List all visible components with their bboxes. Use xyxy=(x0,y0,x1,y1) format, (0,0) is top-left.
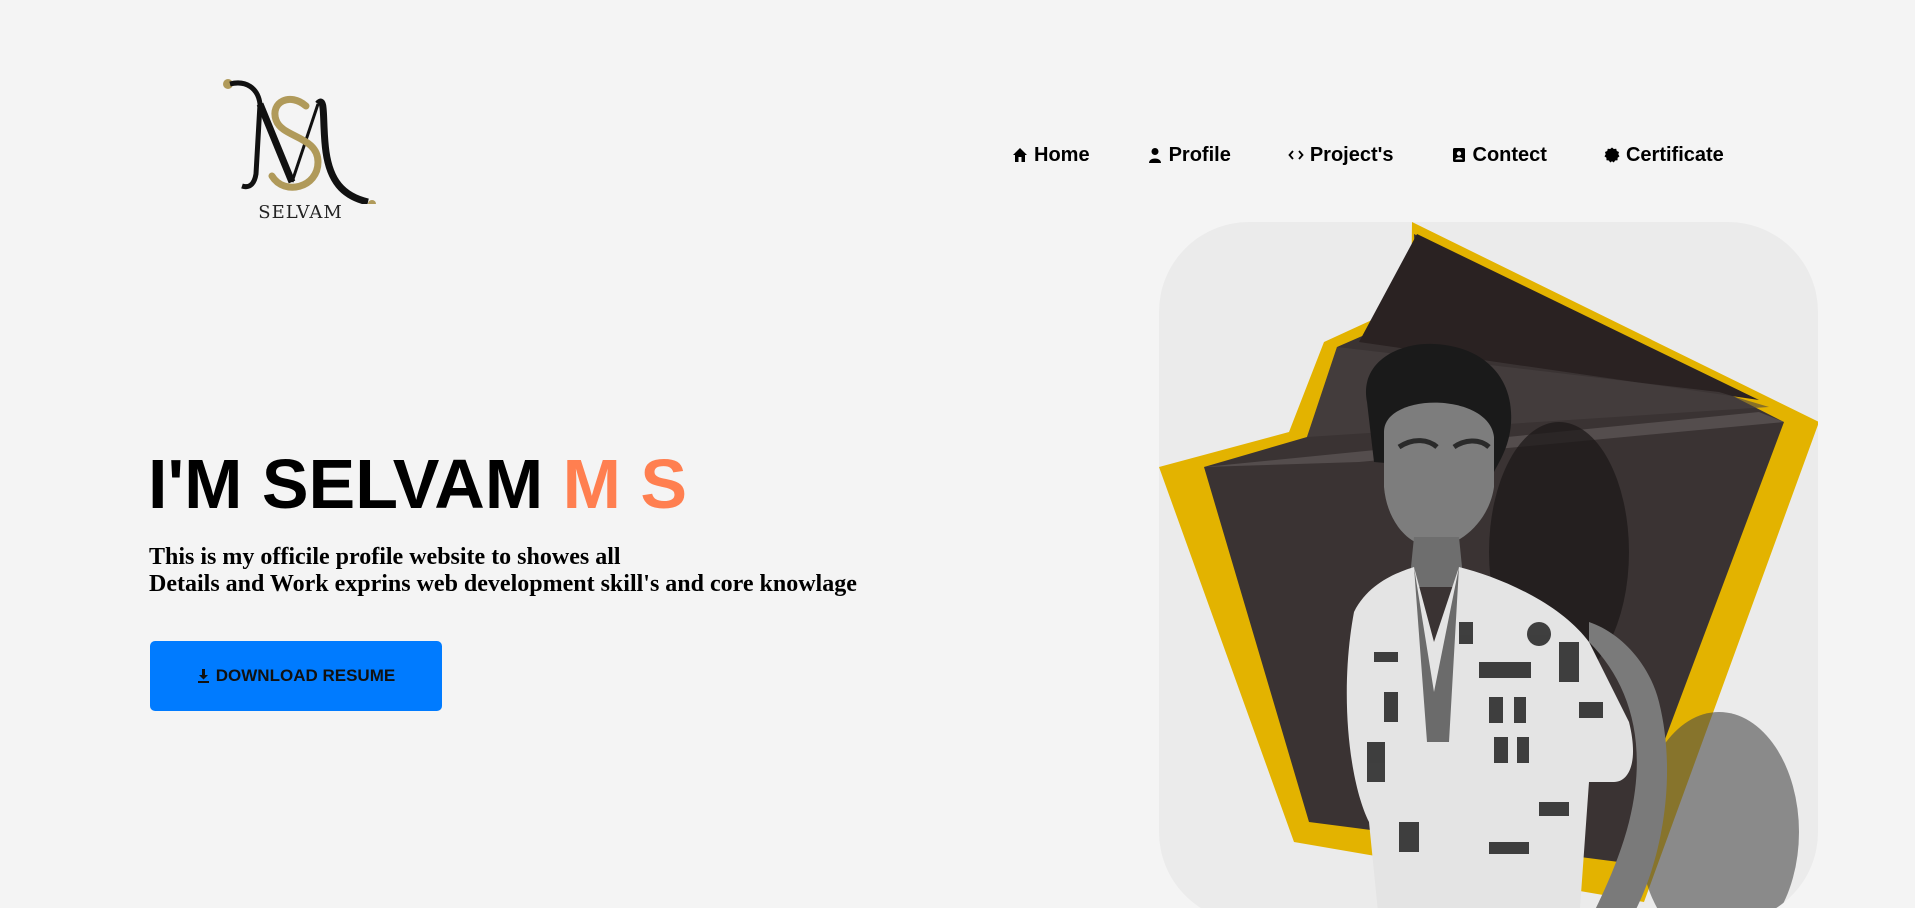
site-logo[interactable]: SELVAM xyxy=(218,74,383,226)
download-icon xyxy=(197,669,210,683)
hero-description-line1: This is my officile profile website to s… xyxy=(149,544,621,570)
hero-title-prefix: I'M SELVAM xyxy=(148,445,563,523)
hero-description: This is my officile profile website to s… xyxy=(149,544,857,598)
nav-item-home[interactable]: Home xyxy=(1012,140,1090,170)
user-icon xyxy=(1147,147,1163,163)
hero-description-line2: Details and Work exprins web development… xyxy=(149,571,857,597)
download-resume-button[interactable]: DOWNLOAD RESUME xyxy=(150,641,442,711)
certificate-badge-icon xyxy=(1604,147,1620,163)
home-icon xyxy=(1012,147,1028,163)
contact-book-icon xyxy=(1451,147,1467,163)
nav-item-label: Project's xyxy=(1309,143,1394,166)
nav-item-label: Home xyxy=(1034,143,1090,166)
nav-item-profile[interactable]: Profile xyxy=(1147,140,1231,170)
portrait-card xyxy=(1159,222,1818,908)
profile-portrait-image xyxy=(1159,222,1818,908)
nav-item-contact[interactable]: Contect xyxy=(1451,140,1547,170)
ms-monogram-logo xyxy=(223,79,376,204)
main-nav: Home Profile Project's Contect Certifica… xyxy=(1012,140,1724,170)
nav-item-projects[interactable]: Project's xyxy=(1288,140,1394,170)
nav-item-label: Contect xyxy=(1472,143,1547,166)
nav-item-label: Profile xyxy=(1168,143,1231,166)
nav-item-label: Certificate xyxy=(1625,143,1724,166)
nav-item-certificate[interactable]: Certificate xyxy=(1604,140,1724,170)
code-icon xyxy=(1288,147,1304,163)
hero-title: I'M SELVAM M S xyxy=(148,444,687,524)
logo-text: SELVAM xyxy=(258,202,343,223)
download-resume-label: DOWNLOAD RESUME xyxy=(215,666,396,685)
hero-title-accent: M S xyxy=(562,445,688,523)
